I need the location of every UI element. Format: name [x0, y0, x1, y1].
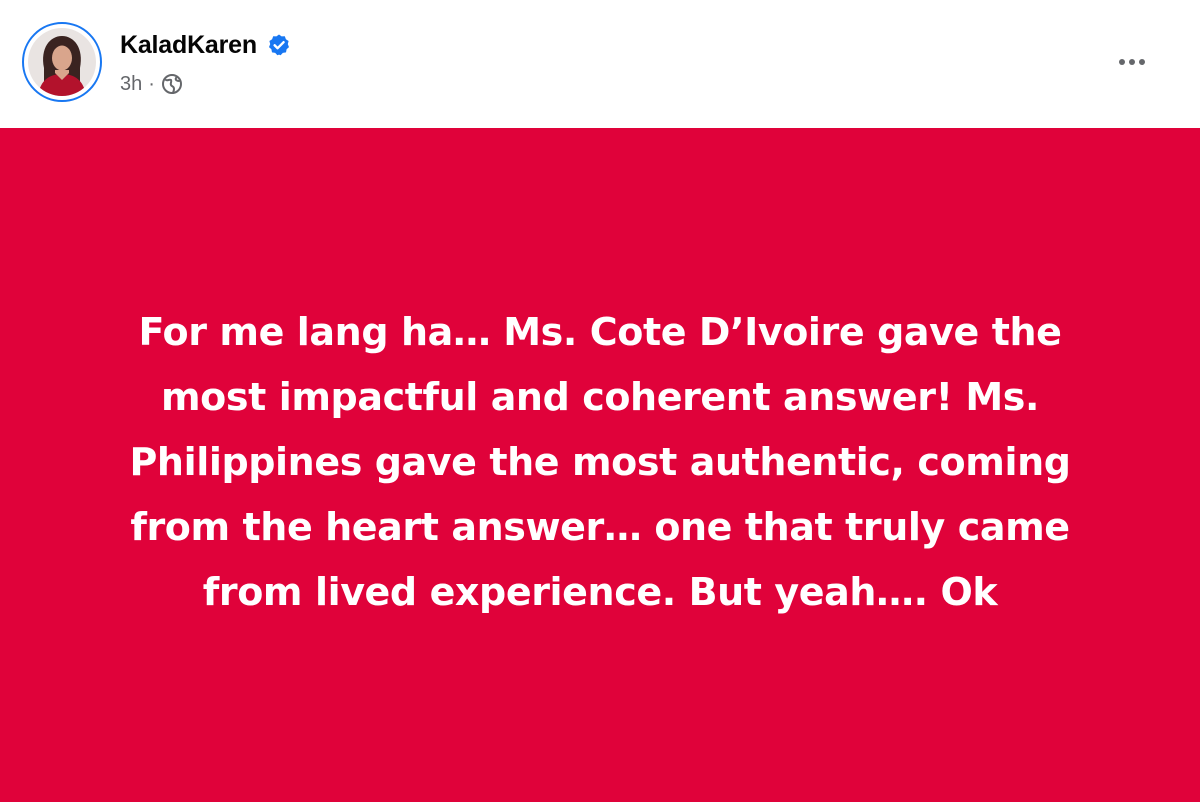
post-timestamp[interactable]: 3h — [120, 73, 142, 96]
avatar[interactable] — [22, 22, 102, 102]
more-options-button[interactable] — [1114, 44, 1150, 80]
globe-icon[interactable] — [161, 73, 183, 95]
profile-photo — [28, 28, 96, 96]
post-text: For me lang ha… Ms. Cote D’Ivoire gave t… — [129, 309, 1071, 614]
meta-separator: · — [148, 72, 155, 95]
post-header: KaladKaren 3h · — [0, 0, 1200, 128]
post-meta: 3h · — [120, 70, 183, 98]
post-background: For me lang ha… Ms. Cote D’Ivoire gave t… — [0, 128, 1200, 802]
facebook-post: KaladKaren 3h · For me lang ha… Ms. Cote… — [0, 0, 1200, 802]
author-name[interactable]: KaladKaren — [120, 31, 257, 60]
verified-badge-icon — [268, 34, 289, 56]
author-row: KaladKaren — [120, 28, 291, 62]
ellipsis-icon — [1119, 59, 1145, 65]
